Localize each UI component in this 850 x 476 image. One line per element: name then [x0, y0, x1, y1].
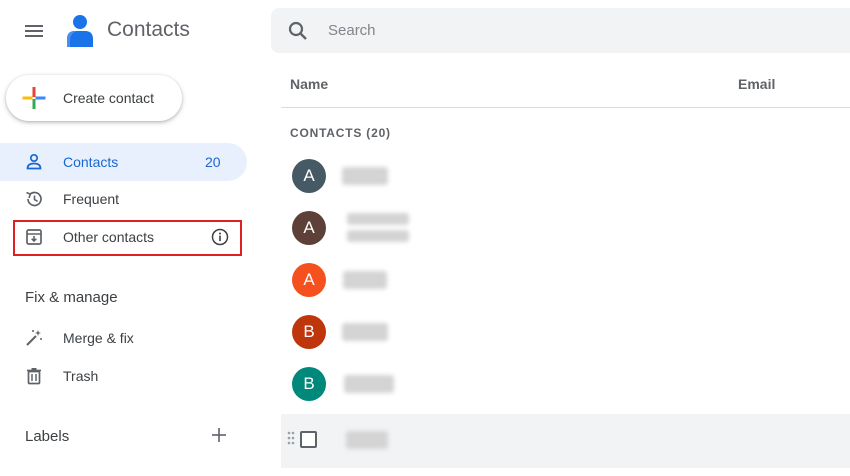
sidebar-item-label: Other contacts [63, 229, 155, 245]
sidebar-item-other-contacts[interactable]: Other contacts [0, 218, 247, 256]
sidebar-item-trash[interactable]: Trash [0, 357, 247, 395]
column-header-name[interactable]: Name [290, 76, 328, 92]
contacts-section-label: CONTACTS (20) [290, 126, 391, 140]
redacted-name [346, 431, 388, 449]
contact-row[interactable]: B [281, 306, 850, 358]
sidebar-item-label: Contacts [63, 154, 119, 170]
info-icon[interactable] [211, 228, 229, 246]
avatar: A [292, 211, 326, 245]
sidebar-item-label: Frequent [63, 191, 120, 207]
app-title: Contacts [107, 18, 190, 41]
header-divider [281, 107, 850, 108]
sidebar-item-label: Trash [63, 368, 99, 384]
contact-row[interactable]: B [281, 358, 850, 410]
search-icon[interactable] [287, 20, 309, 42]
history-icon [26, 191, 42, 207]
hamburger-icon [25, 25, 43, 37]
labels-heading: Labels [25, 428, 70, 445]
search-input[interactable]: Search [328, 22, 376, 39]
search-bar[interactable]: Search [271, 8, 850, 53]
create-contact-label: Create contact [63, 90, 155, 106]
redacted-name [343, 271, 387, 289]
magic-wand-icon [26, 330, 42, 346]
avatar: B [292, 367, 326, 401]
avatar: A [292, 159, 326, 193]
column-header-email[interactable]: Email [738, 76, 775, 92]
redacted-name [344, 375, 394, 393]
redacted-name [347, 230, 409, 242]
avatar: A [292, 263, 326, 297]
sidebar-item-contacts[interactable]: Contacts 20 [0, 143, 247, 181]
sidebar-item-label: Merge & fix [63, 330, 134, 346]
redacted-name [342, 323, 388, 341]
person-icon [26, 153, 42, 170]
trash-icon [27, 368, 41, 385]
add-label-icon[interactable] [209, 425, 229, 445]
avatar: B [292, 315, 326, 349]
redacted-name [347, 213, 409, 225]
contact-row[interactable]: A [281, 150, 850, 202]
drag-handle-icon[interactable] [287, 431, 295, 445]
contact-row[interactable] [281, 414, 850, 468]
select-checkbox[interactable] [300, 431, 317, 448]
create-contact-button[interactable]: Create contact [6, 75, 182, 121]
main-menu-button[interactable] [20, 18, 48, 44]
archive-icon [26, 229, 42, 245]
contact-row[interactable]: A [281, 202, 850, 254]
sidebar-item-merge-fix[interactable]: Merge & fix [0, 319, 247, 357]
contacts-count: 20 [205, 154, 221, 170]
colored-plus-icon [22, 87, 46, 109]
sidebar-item-frequent[interactable]: Frequent [0, 180, 247, 218]
redacted-name [342, 167, 388, 185]
fix-manage-heading: Fix & manage [25, 289, 118, 306]
contacts-logo-icon [67, 15, 93, 47]
contact-row[interactable]: A [281, 254, 850, 306]
